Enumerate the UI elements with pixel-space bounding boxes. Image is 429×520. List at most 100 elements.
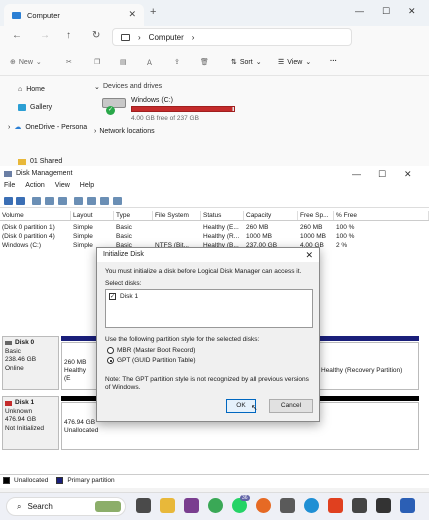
chevron-down-icon: ⌄ [255,59,262,66]
edge-icon[interactable] [304,498,319,513]
col-type[interactable]: Type [114,211,153,220]
sidebar-item-gallery[interactable]: Gallery [18,104,52,111]
gpt-option[interactable]: GPT (GUID Partition Table) [107,357,196,364]
help-icon[interactable] [45,197,54,205]
notification-badge: 36 [240,495,250,501]
network-locations-header: Network locations [99,128,155,135]
rename-icon[interactable]: Ａ [146,58,153,68]
legend: Unallocated Primary partition [0,474,429,486]
slack-icon[interactable] [184,498,199,513]
toolbar-icon[interactable] [74,197,83,205]
delete-icon[interactable]: 🗑 [200,58,209,66]
task-view-icon[interactable] [136,498,151,513]
chevron-down-icon: ⌄ [35,59,42,66]
sidebar-item-home[interactable]: ⌂ Home [18,86,45,93]
properties-icon[interactable] [58,197,67,205]
toolbar-icon[interactable] [87,197,96,205]
file-explorer-icon[interactable] [160,498,175,513]
refresh-icon[interactable]: ↻ [92,30,100,41]
col-filesystem[interactable]: File System [153,211,201,220]
disk-list-item[interactable]: Disk 1 [120,293,138,300]
volume-row[interactable]: (Disk 0 partition 4) Simple Basic Health… [0,232,429,241]
devices-header[interactable]: Devices and drives [103,83,162,90]
tab-computer[interactable]: Computer ✕ [4,4,144,26]
mbr-option[interactable]: MBR (Master Boot Record) [107,347,195,354]
col-status[interactable]: Status [201,211,244,220]
paste-icon[interactable]: ▤ [120,58,127,66]
gpt-label: GPT (GUID Partition Table) [117,357,196,364]
back-icon[interactable] [4,197,13,205]
drive-free-space: 4.00 GB free of 237 GB [131,115,199,122]
address-bar[interactable]: › Computer › [112,28,352,46]
disk-1-checkbox[interactable]: ✓ [109,293,116,300]
firefox-icon[interactable] [256,498,271,513]
sort-icon: ⇅ [231,59,237,66]
volume-free: 260 MB [300,224,323,231]
up-icon[interactable]: ↑ [66,30,71,41]
close-icon[interactable]: ✕ [404,169,412,180]
menu-bar: File Action View Help [0,182,429,193]
app-icon[interactable] [280,498,295,513]
partition-efi[interactable]: 260 MB Healthy (E [61,342,97,390]
cut-icon[interactable]: ✂ [66,58,72,66]
toolbar-icon[interactable] [100,197,109,205]
sort-button[interactable]: ⇅ Sort ⌄ [231,58,262,67]
menu-file[interactable]: File [4,182,15,193]
close-tab-icon[interactable]: ✕ [128,9,136,20]
disk-icon [5,341,12,346]
share-icon[interactable]: ⇪ [174,58,180,66]
sidebar-item-label: OneDrive - Persona [25,123,88,131]
drive-name[interactable]: Windows (C:) [131,97,173,104]
partition-recovery[interactable]: Healthy (Recovery Partition) [318,342,419,390]
sidebar-item-onedrive[interactable]: › ☁ OneDrive - Persona [8,123,88,132]
maximize-icon[interactable]: ☐ [378,169,386,180]
home-icon: ⌂ [18,86,23,93]
col-percent-free[interactable]: % Free [334,211,429,220]
sidebar-item-shared[interactable]: 01 Shared [18,158,62,165]
menu-action[interactable]: Action [25,182,44,193]
word-icon[interactable] [400,498,415,513]
disk-0-info[interactable]: Disk 0 Basic 238.46 GB Online [2,336,59,390]
forward-icon[interactable] [16,197,25,205]
copy-icon[interactable]: ❐ [94,58,100,66]
volume-free: 1000 MB [300,233,327,240]
brave-icon[interactable] [328,498,343,513]
view-button[interactable]: ☰ View ⌄ [278,58,311,67]
more-options-button[interactable]: ··· [330,58,337,65]
back-icon[interactable]: ← [12,30,22,41]
forward-icon[interactable]: → [40,30,50,41]
minimize-icon[interactable]: — [355,6,364,16]
menu-view[interactable]: View [55,182,70,193]
close-icon[interactable]: ✕ [305,250,313,261]
menu-help[interactable]: Help [80,182,94,193]
disk-status: Not Initialized [5,424,45,432]
calculator-icon[interactable] [352,498,367,513]
taskbar-search[interactable]: ⌕ Search [6,497,126,516]
dm-title-bar: Disk Management [0,166,429,181]
maximize-icon[interactable]: ☐ [382,6,390,17]
disk-1-info[interactable]: Disk 1 Unknown 476.94 GB Not Initialized [2,396,59,450]
gpt-radio[interactable] [107,357,114,364]
folder-icon [18,158,26,165]
disk-name: Disk 0 [15,339,35,346]
cancel-button[interactable]: Cancel [269,399,313,413]
minimize-icon[interactable]: — [352,169,361,179]
mbr-radio[interactable] [107,347,114,354]
app-icon[interactable] [376,498,391,513]
chrome-icon[interactable] [208,498,223,513]
new-button[interactable]: ⊕ New ⌄ [10,58,42,67]
col-volume[interactable]: Volume [0,211,71,220]
network-locations-group[interactable]: › Network locations [94,128,155,135]
command-bar [0,52,429,76]
toolbar-icon[interactable] [113,197,122,205]
col-layout[interactable]: Layout [71,211,114,220]
disk-list[interactable]: ✓ Disk 1 [105,289,313,328]
volume-type: Basic [116,224,132,231]
close-icon[interactable]: ✕ [408,6,416,17]
new-tab-icon[interactable]: + [150,6,156,18]
col-capacity[interactable]: Capacity [244,211,298,220]
chevron-down-icon[interactable]: ⌄ [94,83,100,91]
volume-row[interactable]: (Disk 0 partition 1) Simple Basic Health… [0,223,429,232]
console-tree-icon[interactable] [32,197,41,205]
col-free-space[interactable]: Free Sp... [298,211,334,220]
